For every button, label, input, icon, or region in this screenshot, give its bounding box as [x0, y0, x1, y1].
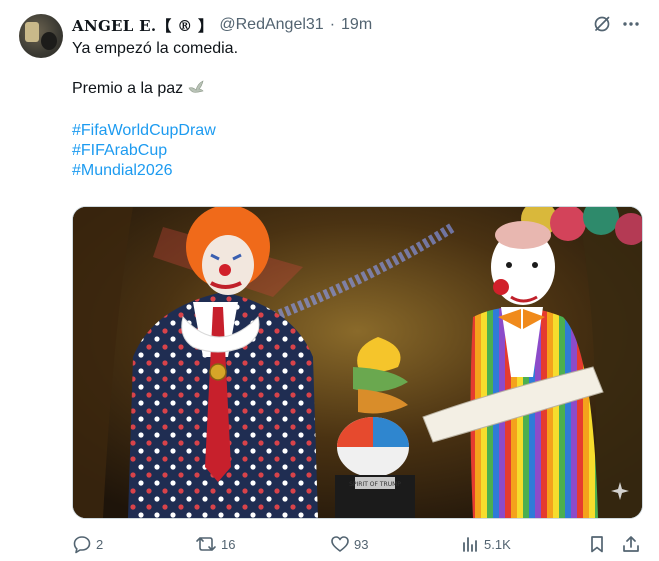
bookmark-button[interactable]: [587, 532, 607, 556]
text-line-4: [72, 101, 632, 121]
avatar[interactable]: [19, 14, 63, 58]
like-button[interactable]: 93: [330, 532, 368, 556]
sparkle-icon: [610, 481, 630, 506]
text-line-1: Ya empezó la comedia.: [72, 40, 239, 57]
header-separator: ·: [329, 16, 336, 33]
author-handle[interactable]: @RedAngel31: [219, 16, 323, 34]
text-line-3-wrap: Premio a la paz: [72, 79, 632, 101]
share-icon: [621, 534, 641, 554]
more-horizontal-icon[interactable]: [621, 14, 641, 34]
timestamp[interactable]: 19m: [341, 16, 372, 34]
hashtag-fifarabcup[interactable]: #FIFArabCup: [72, 141, 632, 161]
tweet-image[interactable]: SPIRIT OF TRUMP: [72, 206, 643, 519]
hashtag-mundial2026[interactable]: #Mundial2026: [72, 161, 632, 181]
reply-icon: [72, 534, 92, 554]
views-button[interactable]: 5.1K: [460, 532, 511, 556]
bookmark-icon: [587, 534, 607, 554]
author-name[interactable]: ANGEL E.【 ® 】: [72, 15, 213, 36]
stage-plaque: SPIRIT OF TRUMP: [349, 481, 401, 488]
tweet[interactable]: ANGEL E.【 ® 】 @RedAngel31 · 19m Ya empez…: [0, 0, 659, 561]
text-line-3: Premio a la paz: [72, 80, 184, 97]
hashtag-fifaworldcupdraw[interactable]: #FifaWorldCupDraw: [72, 121, 632, 141]
reply-button[interactable]: 2: [72, 532, 103, 556]
repost-count: 16: [221, 536, 236, 552]
share-button[interactable]: [621, 532, 641, 556]
tweet-actions: 2 16 93 5.1K: [72, 532, 647, 556]
heart-icon: [330, 534, 350, 554]
like-count: 93: [354, 536, 369, 552]
tweet-header: ANGEL E.【 ® 】 @RedAngel31 · 19m: [72, 14, 372, 36]
views-icon: [460, 534, 480, 554]
reply-count: 2: [96, 536, 104, 552]
repost-icon: [195, 534, 217, 554]
tweet-text: Ya empezó la comedia. Premio a la paz #F…: [72, 39, 632, 181]
clowns-illustration: SPIRIT OF TRUMP: [73, 207, 642, 518]
dove-icon: [187, 79, 205, 101]
grok-icon[interactable]: [592, 14, 612, 34]
repost-button[interactable]: 16: [195, 532, 235, 556]
views-count: 5.1K: [484, 536, 511, 552]
text-line-2: [72, 59, 632, 79]
